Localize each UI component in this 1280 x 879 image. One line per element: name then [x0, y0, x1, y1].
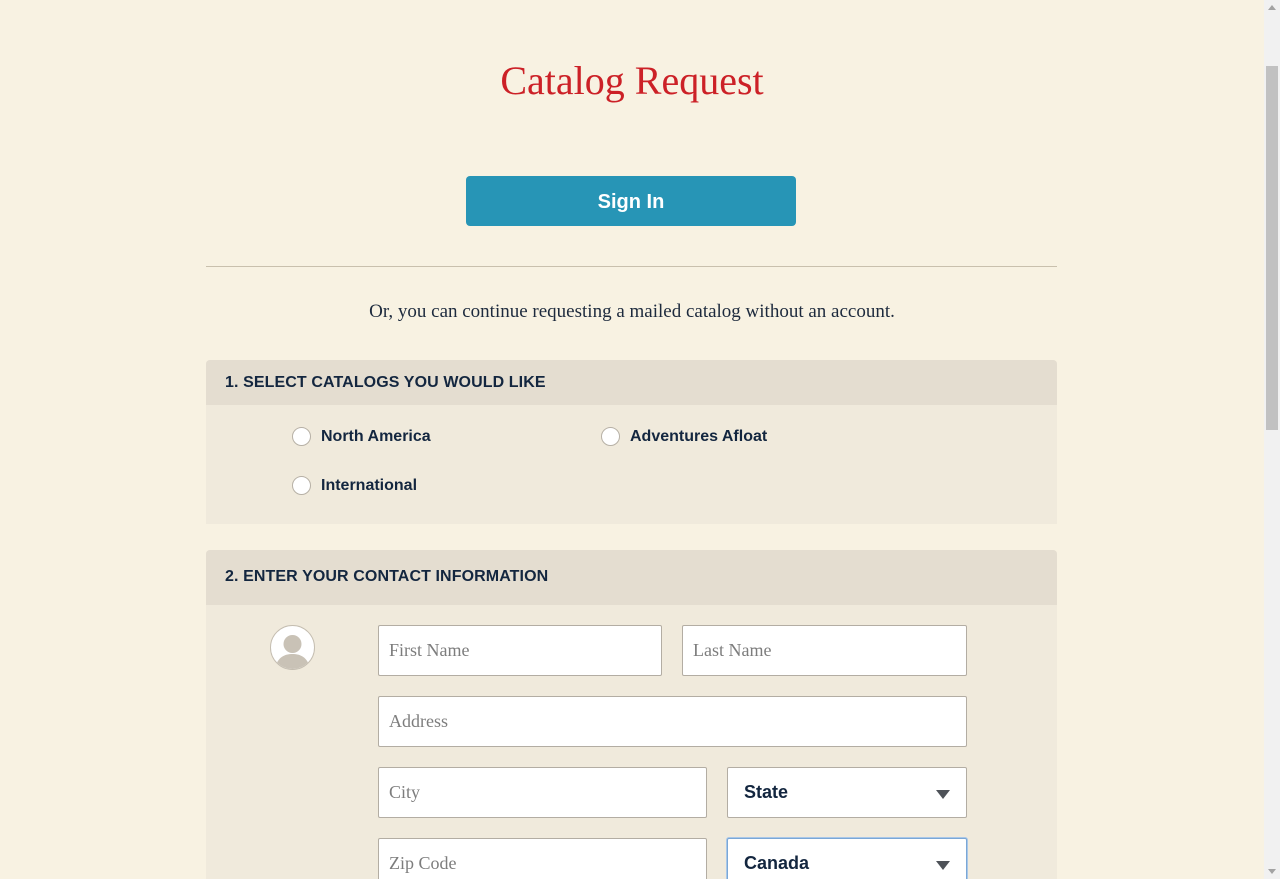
contact-information-section: 2. ENTER YOUR CONTACT INFORMATION State …: [206, 550, 1057, 879]
catalog-option-label: North America: [321, 427, 431, 445]
zip-code-field[interactable]: [378, 838, 707, 879]
catalog-option-adventures-afloat[interactable]: Adventures Afloat: [601, 427, 767, 446]
page-title: Catalog Request: [500, 58, 764, 103]
chevron-down-icon: [936, 861, 950, 870]
scroll-up-arrow-icon[interactable]: [1268, 5, 1276, 10]
radio-button[interactable]: [292, 427, 311, 446]
scroll-down-arrow-icon[interactable]: [1268, 869, 1276, 874]
state-select-value: State: [744, 782, 789, 802]
address-field[interactable]: [378, 696, 967, 747]
first-name-field[interactable]: [378, 625, 662, 676]
scrollbar-thumb[interactable]: [1266, 66, 1278, 430]
page-scrollbar[interactable]: [1264, 0, 1280, 879]
sign-in-button[interactable]: Sign In: [466, 176, 796, 226]
city-field[interactable]: [378, 767, 707, 818]
radio-button[interactable]: [292, 476, 311, 495]
person-icon: [270, 625, 315, 670]
chevron-down-icon: [936, 790, 950, 799]
continue-without-account-text: Or, you can continue requesting a mailed…: [369, 301, 895, 322]
catalog-option-label: International: [321, 476, 418, 494]
divider: [206, 266, 1057, 267]
section-header-catalogs: 1. SELECT CATALOGS YOU WOULD LIKE: [206, 360, 1057, 405]
select-catalogs-section: 1. SELECT CATALOGS YOU WOULD LIKE North …: [206, 360, 1057, 524]
catalog-request-page: Catalog Request Sign In Or, you can cont…: [0, 0, 1264, 879]
section-header-contact: 2. ENTER YOUR CONTACT INFORMATION: [206, 550, 1057, 605]
state-select[interactable]: State: [727, 767, 967, 818]
country-select[interactable]: Canada: [727, 838, 967, 879]
catalog-option-label: Adventures Afloat: [630, 427, 768, 445]
country-select-value: Canada: [744, 853, 810, 873]
catalog-option-north-america[interactable]: North America: [292, 427, 431, 446]
catalog-option-international[interactable]: International: [292, 476, 417, 495]
radio-button[interactable]: [601, 427, 620, 446]
last-name-field[interactable]: [682, 625, 967, 676]
